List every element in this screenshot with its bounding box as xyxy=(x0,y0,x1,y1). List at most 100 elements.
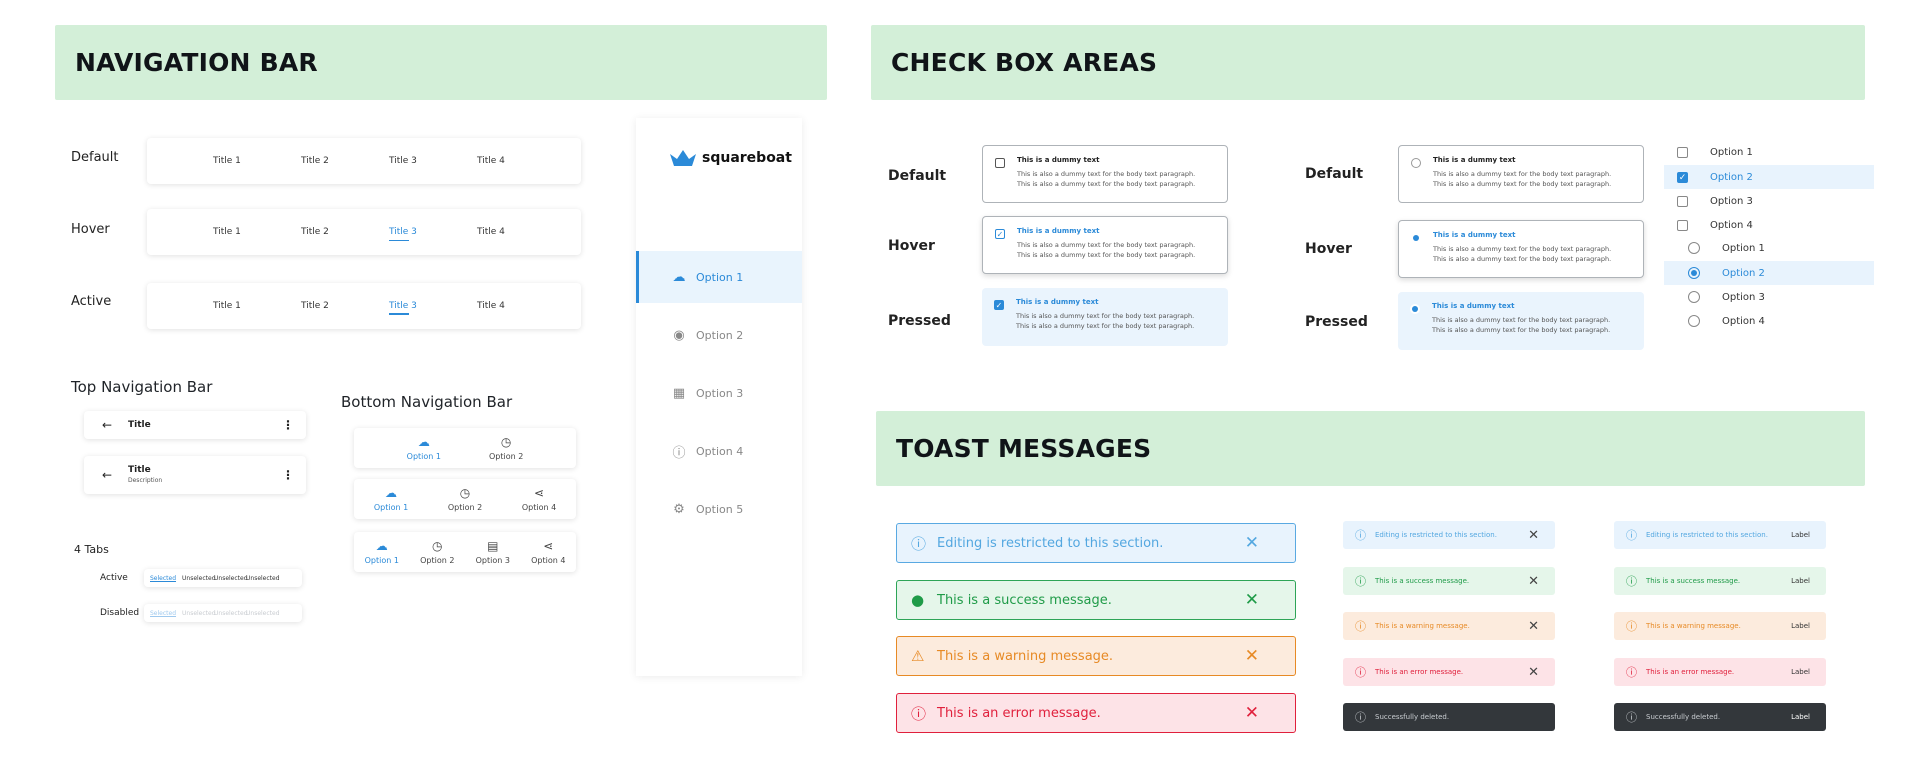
checkbox-body-line-1: This is also a dummy text for the body t… xyxy=(1016,312,1195,320)
radio-selected[interactable] xyxy=(1411,233,1421,243)
bottom-nav-option-1[interactable]: ☁ Option 1 xyxy=(365,540,399,565)
checkbox-option-1[interactable]: Option 1 xyxy=(1664,140,1874,164)
checkbox-default-label: Default xyxy=(888,168,947,184)
back-arrow-icon[interactable]: ← xyxy=(102,468,128,482)
radio-card-default[interactable]: This is a dummy text This is also a dumm… xyxy=(1398,145,1644,203)
radio-empty[interactable] xyxy=(1688,242,1700,254)
checkbox-card-pressed[interactable]: ✓ This is a dummy text This is also a du… xyxy=(982,288,1228,346)
sidebar-item-option-4[interactable]: ⓘ Option 4 xyxy=(636,425,802,477)
checkbox-empty[interactable] xyxy=(1677,219,1688,231)
info-icon: ⓘ xyxy=(672,445,686,461)
checkbox-empty[interactable] xyxy=(995,158,1005,168)
checkbox-checked-outline[interactable]: ✓ xyxy=(995,229,1005,239)
bottom-nav-option-4[interactable]: ⋖ Option 4 xyxy=(522,487,556,512)
nav-tab-title-2[interactable]: Title 2 xyxy=(301,301,389,311)
close-icon[interactable]: ✕ xyxy=(1528,528,1539,543)
toast-action-label[interactable]: Label xyxy=(1791,713,1810,721)
checkbox-option-3[interactable]: Option 3 xyxy=(1664,189,1874,213)
radio-option-4[interactable]: Option 4 xyxy=(1664,309,1874,333)
nav-tab-title-1[interactable]: Title 1 xyxy=(213,156,301,166)
clock-icon: ◷ xyxy=(500,434,512,449)
checkbox-option-4[interactable]: Option 4 xyxy=(1664,213,1874,237)
tabs-disabled-label: Disabled xyxy=(100,608,140,618)
calendar-icon: ▦ xyxy=(672,385,686,401)
bottom-nav-option-2[interactable]: ◷ Option 2 xyxy=(489,436,523,461)
nav-tab-title-4[interactable]: Title 4 xyxy=(477,156,565,166)
bottom-nav-option-2[interactable]: ◷ Option 2 xyxy=(448,487,482,512)
tab-unselected[interactable]: Unselected xyxy=(182,575,216,582)
clock-icon: ◷ xyxy=(432,538,443,553)
squareboat-logo[interactable]: squareboat xyxy=(670,150,792,166)
close-icon[interactable]: ✕ xyxy=(1528,619,1539,634)
back-arrow-icon[interactable]: ← xyxy=(102,418,128,432)
close-icon[interactable]: ✕ xyxy=(1245,646,1259,666)
toast-action-label[interactable]: Label xyxy=(1791,577,1810,585)
more-vertical-icon[interactable]: ⋮ xyxy=(282,418,294,432)
bottom-nav-option-4[interactable]: ⋖ Option 4 xyxy=(531,540,565,565)
bottom-nav-option-1[interactable]: ☁ Option 1 xyxy=(374,487,408,512)
close-icon[interactable]: ✕ xyxy=(1528,574,1539,589)
tab-unselected[interactable]: Unselected xyxy=(246,575,280,582)
radio-selected[interactable] xyxy=(1410,304,1420,314)
radio-empty[interactable] xyxy=(1411,158,1421,168)
nav-tab-title-4[interactable]: Title 4 xyxy=(477,301,565,311)
nav-tab-title-1[interactable]: Title 1 xyxy=(213,301,301,311)
checkbox-body-line-2: This is also a dummy text for the body t… xyxy=(1017,251,1196,259)
check-circle-icon: ● xyxy=(911,591,925,609)
toast-info-large: ⓘ Editing is restricted to this section.… xyxy=(896,523,1296,563)
radio-card-hover[interactable]: This is a dummy text This is also a dumm… xyxy=(1398,220,1644,278)
top-nav-bar-simple: ← Title ⋮ xyxy=(84,411,306,439)
more-vertical-icon[interactable]: ⋮ xyxy=(282,468,294,482)
radio-body-line-1: This is also a dummy text for the body t… xyxy=(1432,316,1611,324)
nav-tab-title-2[interactable]: Title 2 xyxy=(301,156,389,166)
sidebar-item-option-2[interactable]: ◉ Option 2 xyxy=(636,309,802,361)
radio-empty[interactable] xyxy=(1688,291,1700,303)
nav-tab-title-1[interactable]: Title 1 xyxy=(213,227,301,237)
bottom-nav-option-2[interactable]: ◷ Option 2 xyxy=(420,540,454,565)
bottom-nav-option-1-label: Option 1 xyxy=(373,502,409,512)
radio-card-pressed[interactable]: This is a dummy text This is also a dumm… xyxy=(1398,292,1644,350)
close-icon[interactable]: ✕ xyxy=(1528,665,1539,680)
top-nav-title: Title xyxy=(128,465,151,475)
hover-state-label: Hover xyxy=(71,222,110,237)
nav-tab-title-3-hover[interactable]: Title 3 xyxy=(389,227,477,241)
sidebar-item-option-3[interactable]: ▦ Option 3 xyxy=(636,367,802,419)
sidebar-item-option-1[interactable]: ☁ Option 1 xyxy=(636,251,802,303)
toast-action-label[interactable]: Label xyxy=(1791,531,1810,539)
radio-option-2[interactable]: Option 2 xyxy=(1664,261,1874,285)
default-state-label: Default xyxy=(71,150,119,165)
close-icon[interactable]: ✕ xyxy=(1245,703,1259,723)
toast-action-label[interactable]: Label xyxy=(1791,622,1810,630)
close-icon[interactable]: ✕ xyxy=(1245,590,1259,610)
option-label: Option 3 xyxy=(1722,291,1765,303)
toast-action-label[interactable]: Label xyxy=(1791,668,1810,676)
bottom-nav-option-1[interactable]: ☁ Option 1 xyxy=(407,436,441,461)
checkbox-empty[interactable] xyxy=(1677,195,1688,207)
cloud-upload-icon: ☁ xyxy=(375,538,388,553)
radio-option-3[interactable]: Option 3 xyxy=(1664,285,1874,309)
close-icon[interactable]: ✕ xyxy=(1245,533,1259,553)
radio-title: This is a dummy text xyxy=(1433,156,1516,164)
radio-empty[interactable] xyxy=(1688,315,1700,327)
radio-selected[interactable] xyxy=(1688,267,1700,279)
checkbox-card-hover[interactable]: ✓ This is a dummy text This is also a du… xyxy=(982,216,1228,274)
tab-selected[interactable]: Selected xyxy=(150,575,182,582)
checkbox-pressed-label: Pressed xyxy=(888,313,951,329)
tab-unselected[interactable]: Unselected xyxy=(214,575,248,582)
checkbox-empty[interactable] xyxy=(1677,146,1688,158)
radio-body-line-2: This is also a dummy text for the body t… xyxy=(1432,326,1611,334)
checkbox-checked-filled[interactable]: ✓ xyxy=(994,300,1004,310)
nav-tab-title-2[interactable]: Title 2 xyxy=(301,227,389,237)
warning-icon: ⓘ xyxy=(1355,620,1366,633)
toast-messages-banner: TOAST MESSAGES xyxy=(876,411,1865,486)
checkbox-option-2[interactable]: ✓ Option 2 xyxy=(1664,165,1874,189)
checkbox-card-default[interactable]: This is a dummy text This is also a dumm… xyxy=(982,145,1228,203)
nav-tab-title-3[interactable]: Title 3 xyxy=(389,156,477,166)
sidebar-item-option-5[interactable]: ⚙ Option 5 xyxy=(636,483,802,535)
nav-tab-title-4[interactable]: Title 4 xyxy=(477,227,565,237)
checkbox-checked[interactable]: ✓ xyxy=(1677,171,1688,183)
radio-option-1[interactable]: Option 1 xyxy=(1664,236,1874,260)
checkbox-body-line-2: This is also a dummy text for the body t… xyxy=(1017,180,1196,188)
nav-tab-title-3-active[interactable]: Title 3 xyxy=(389,301,477,315)
bottom-nav-option-3[interactable]: ▤ Option 3 xyxy=(476,540,510,565)
